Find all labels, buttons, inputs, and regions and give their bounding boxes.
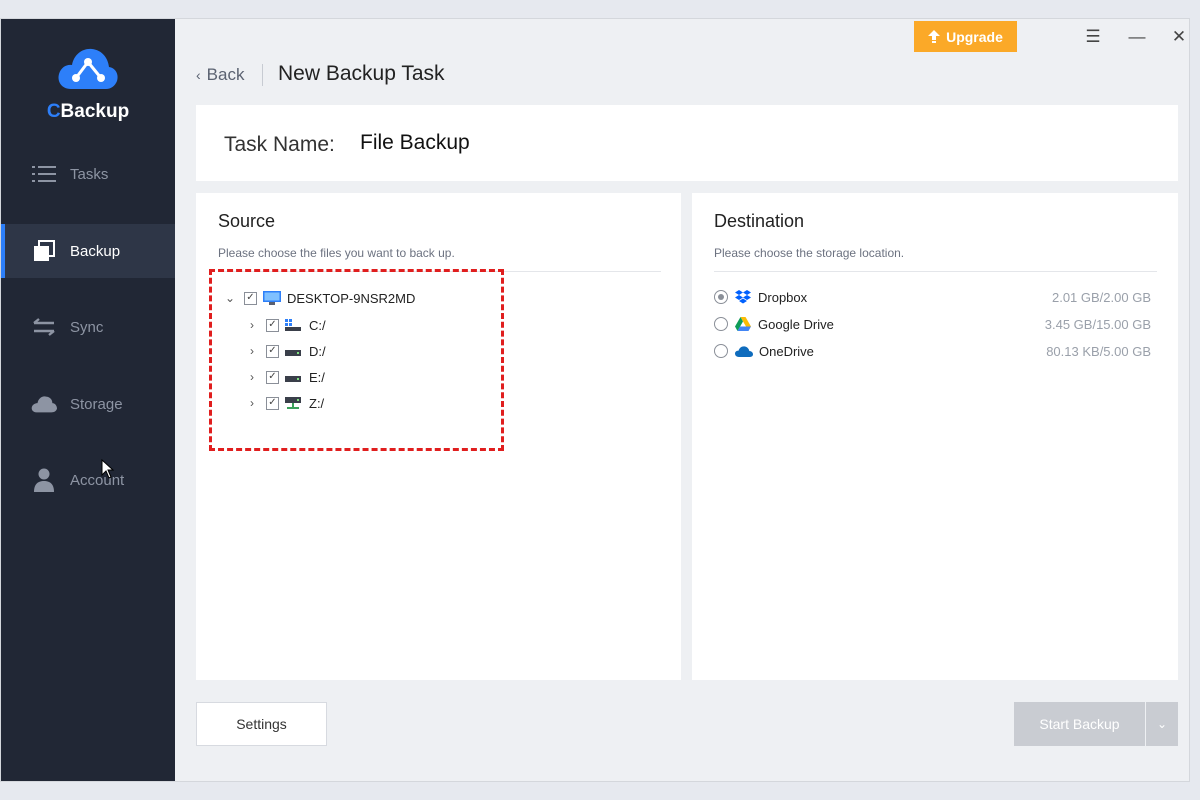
google-drive-icon: [735, 317, 751, 331]
destination-size: 80.13 KB/5.00 GB: [1046, 343, 1151, 359]
chevron-left-icon: ‹: [196, 67, 201, 83]
cloud-icon: [31, 393, 57, 415]
radio-button[interactable]: [714, 344, 728, 358]
sidebar-item-label: Storage: [70, 395, 123, 413]
checkbox[interactable]: ✓: [266, 344, 279, 358]
destination-option-google-drive[interactable]: Google Drive 3.45 GB/15.00 GB: [714, 314, 1151, 334]
back-button[interactable]: ‹ Back: [196, 65, 244, 85]
source-panel: Source Please choose the files you want …: [196, 193, 681, 680]
page-title: New Backup Task: [278, 62, 445, 85]
task-name-card: Task Name: File Backup: [196, 105, 1178, 181]
app-name: CBackup: [46, 101, 130, 122]
drive-icon: [285, 350, 301, 356]
destination-panel: Destination Please choose the storage lo…: [692, 193, 1178, 680]
start-backup-button[interactable]: Start Backup: [1014, 702, 1145, 746]
list-icon: [31, 163, 57, 185]
sidebar-item-label: Tasks: [70, 165, 109, 183]
task-name-value[interactable]: File Backup: [360, 131, 470, 155]
checkbox[interactable]: ✓: [244, 291, 257, 305]
tree-label: E:/: [309, 369, 325, 385]
destination-name: Google Drive: [758, 316, 834, 332]
close-icon[interactable]: ✕: [1167, 25, 1191, 49]
back-label: Back: [206, 65, 245, 84]
menu-icon[interactable]: ☰: [1081, 25, 1105, 49]
sidebar-item-backup[interactable]: Backup: [1, 224, 175, 278]
upload-arrow-icon: [928, 29, 941, 43]
checkbox[interactable]: ✓: [266, 370, 279, 384]
destination-size: 3.45 GB/15.00 GB: [1044, 316, 1151, 332]
destination-option-dropbox[interactable]: Dropbox 2.01 GB/2.00 GB: [714, 287, 1151, 307]
tree-label: Z:/: [309, 395, 325, 411]
sidebar-item-tasks[interactable]: Tasks: [1, 147, 175, 201]
chevron-down-icon: ⌄: [1156, 717, 1168, 731]
settings-button[interactable]: Settings: [196, 702, 327, 746]
sidebar: CBackup Tasks Backup Sync Storage Accoun…: [1, 19, 175, 781]
tree-label: D:/: [309, 343, 326, 359]
sync-arrows-icon: [31, 316, 57, 338]
upgrade-button[interactable]: Upgrade: [914, 21, 1017, 52]
network-drive-icon: [285, 397, 301, 409]
tree-row-drive-d[interactable]: › ✓ D:/: [246, 341, 326, 361]
chevron-down-icon[interactable]: ⌄: [224, 291, 236, 305]
cloud-logo-icon: [58, 48, 118, 89]
start-backup-dropdown[interactable]: ⌄: [1146, 702, 1178, 746]
sidebar-item-label: Backup: [70, 242, 121, 260]
sidebar-item-sync[interactable]: Sync: [1, 300, 175, 354]
checkbox[interactable]: ✓: [266, 396, 279, 410]
destination-subtitle: Please choose the storage location.: [714, 246, 905, 260]
minimize-icon[interactable]: —: [1125, 25, 1149, 49]
header-divider: [262, 64, 263, 86]
computer-icon: [263, 291, 281, 305]
system-drive-icon: [285, 319, 301, 331]
chevron-right-icon[interactable]: ›: [246, 396, 258, 410]
task-name-label: Task Name:: [224, 133, 335, 156]
radio-button[interactable]: [714, 290, 728, 304]
destination-title: Destination: [714, 211, 805, 231]
tree-row-drive-z[interactable]: › ✓ Z:/: [246, 393, 324, 413]
tree-row-drive-c[interactable]: › ✓ C:/: [246, 315, 326, 335]
upgrade-label: Upgrade: [946, 28, 1003, 45]
sidebar-item-storage[interactable]: Storage: [1, 377, 175, 431]
radio-button[interactable]: [714, 317, 728, 331]
app-window: CBackup Tasks Backup Sync Storage Accoun…: [0, 18, 1190, 782]
dropbox-icon: [735, 290, 751, 304]
chevron-right-icon[interactable]: ›: [246, 344, 258, 358]
sidebar-item-label: Account: [70, 471, 125, 489]
tree-row-root[interactable]: ⌄ ✓ DESKTOP-9NSR2MD: [224, 288, 415, 308]
source-title: Source: [218, 211, 276, 231]
tree-label: DESKTOP-9NSR2MD: [287, 290, 416, 306]
destination-divider: [714, 271, 1157, 272]
mouse-cursor-icon: [101, 459, 115, 479]
destination-name: Dropbox: [758, 289, 808, 305]
onedrive-icon: [735, 346, 753, 357]
source-subtitle: Please choose the files you want to back…: [218, 246, 455, 260]
backup-icon: [31, 240, 57, 262]
chevron-right-icon[interactable]: ›: [246, 370, 258, 384]
checkbox[interactable]: ✓: [266, 318, 279, 332]
app-logo: CBackup: [1, 45, 175, 125]
sidebar-item-label: Sync: [70, 318, 104, 336]
tree-row-drive-e[interactable]: › ✓ E:/: [246, 367, 325, 387]
sidebar-item-account[interactable]: Account: [1, 453, 175, 507]
drive-icon: [285, 376, 301, 382]
user-icon: [31, 468, 57, 492]
destination-name: OneDrive: [759, 343, 814, 359]
tree-label: C:/: [309, 317, 326, 333]
chevron-right-icon[interactable]: ›: [246, 318, 258, 332]
destination-size: 2.01 GB/2.00 GB: [1051, 289, 1151, 305]
destination-option-onedrive[interactable]: OneDrive 80.13 KB/5.00 GB: [714, 341, 1151, 361]
